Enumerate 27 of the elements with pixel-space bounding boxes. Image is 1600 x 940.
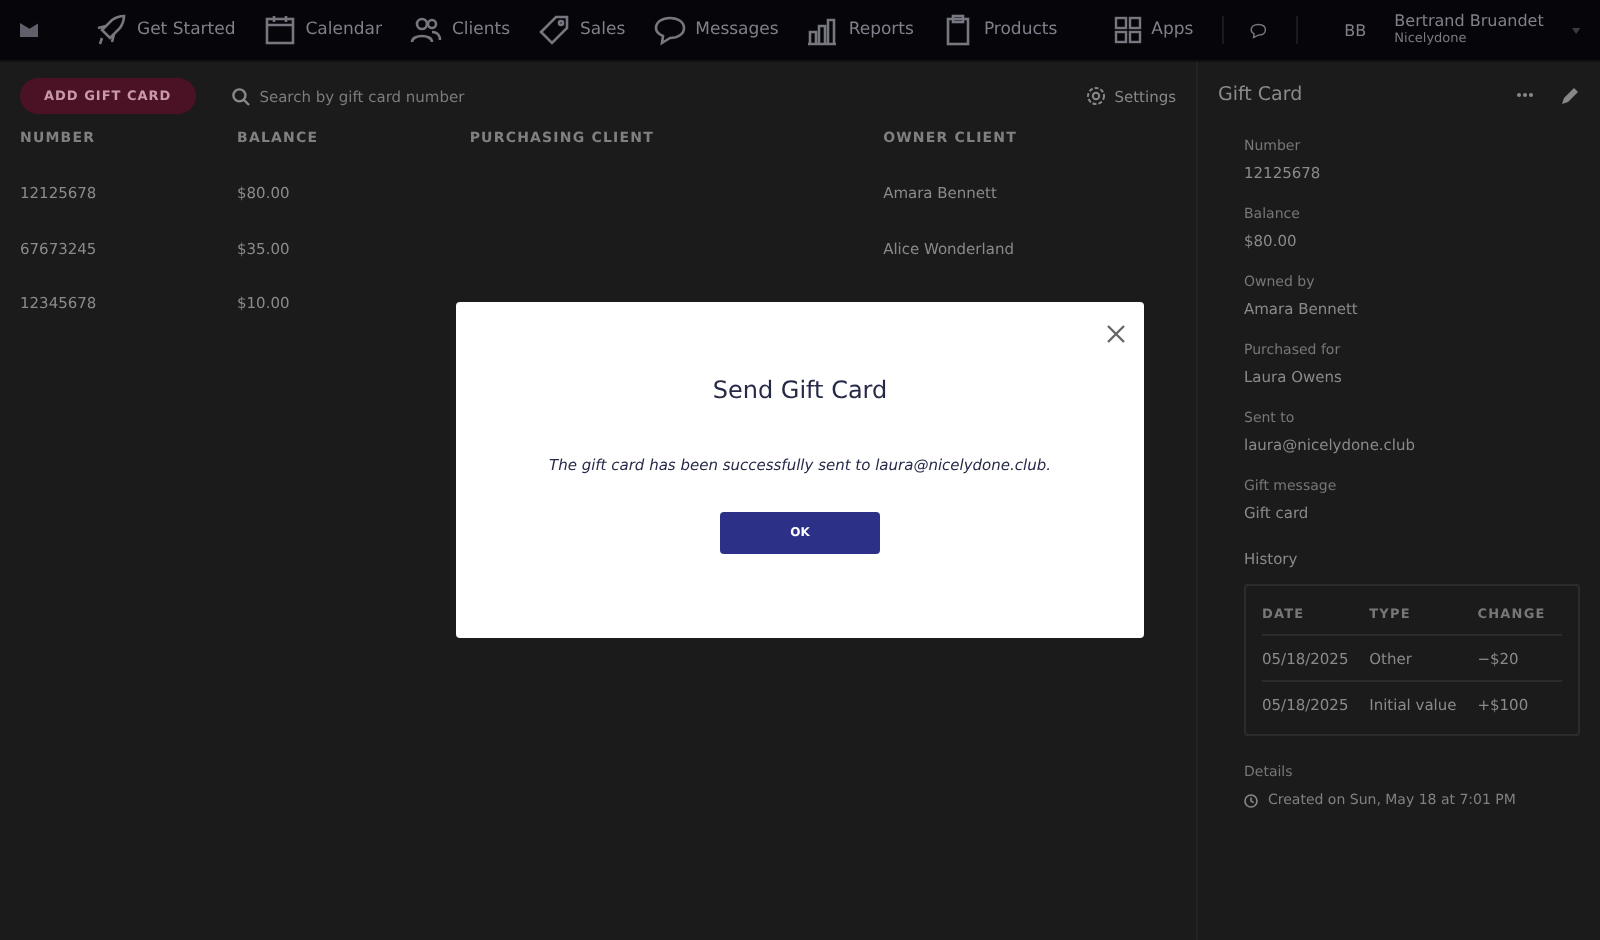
dialog-title: Send Gift Card: [712, 376, 888, 404]
user-avatar[interactable]: BB: [1344, 21, 1367, 39]
nav-item[interactable]: Products: [941, 14, 1058, 46]
nav-item[interactable]: Reports: [806, 14, 914, 46]
apps-button[interactable]: Apps: [1113, 16, 1194, 44]
panel-title: Gift Card: [1218, 83, 1303, 105]
chat-icon: [653, 14, 686, 46]
more-icon[interactable]: [1516, 91, 1534, 97]
settings-icon: [1086, 86, 1107, 106]
nav-item[interactable]: Clients: [409, 14, 511, 46]
clipboard-icon: [941, 14, 974, 46]
rocket-icon: [94, 14, 127, 46]
nav-item[interactable]: Messages: [653, 14, 779, 46]
grid-icon: [1113, 16, 1142, 44]
search-icon: [231, 87, 250, 105]
nav-item[interactable]: Calendar: [263, 14, 382, 46]
nav-item[interactable]: Get Started: [94, 14, 236, 46]
people-icon: [409, 14, 442, 46]
tag-icon: [538, 14, 571, 46]
calendar-icon: [263, 14, 296, 46]
clock-icon: [1244, 793, 1258, 807]
bar-chart-icon: [806, 14, 839, 46]
nav-item[interactable]: Sales: [538, 14, 626, 46]
close-button[interactable]: [1106, 320, 1126, 340]
logo-icon[interactable]: [20, 18, 39, 42]
pencil-icon[interactable]: [1562, 85, 1580, 103]
user-name: Bertrand Bruandet: [1394, 14, 1544, 32]
